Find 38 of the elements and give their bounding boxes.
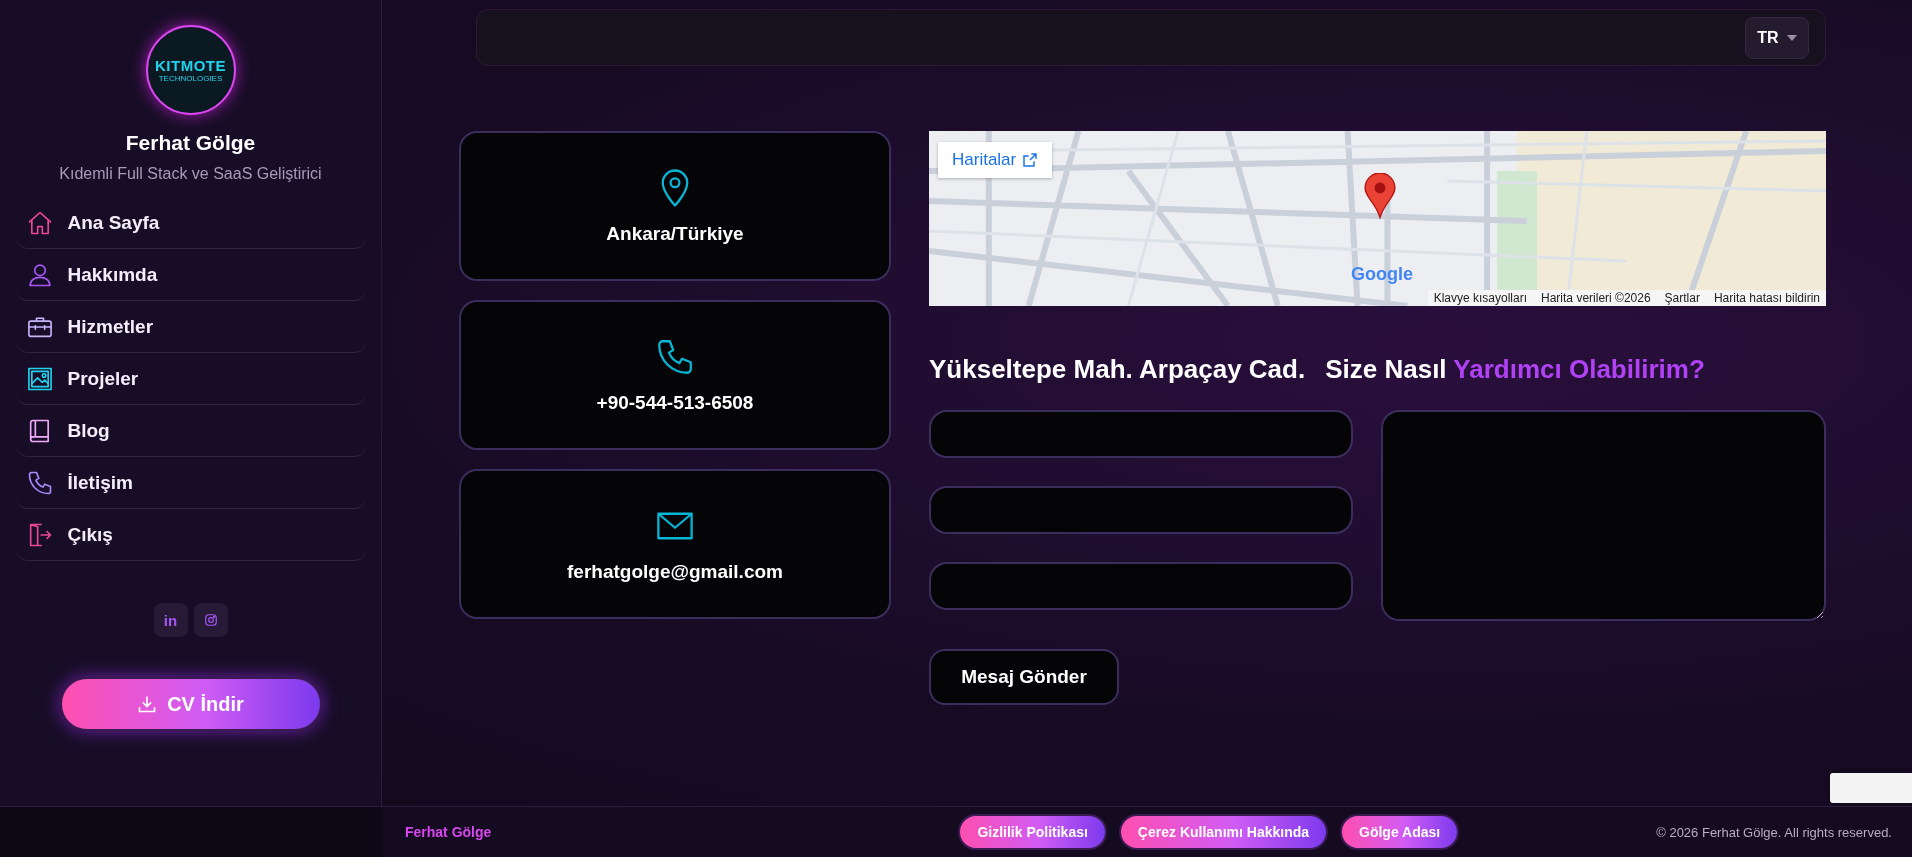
copyright-text: © 2026 Ferhat Gölge. All rights reserved. [1656,824,1892,840]
nav-item[interactable]: Hakkımda [15,249,366,301]
profile-name: Ferhat Gölge [125,131,256,155]
nav-item[interactable]: Ana Sayfa [15,197,366,249]
contact-text: +90-544-513-6508 [596,392,754,414]
map-attribution-link[interactable]: Harita verileri ©2026 [1541,291,1651,305]
company-logo: KITMOTE TECHNOLOGIES [145,25,236,115]
footer-link[interactable]: Gizlilik Politikası [958,814,1107,850]
input-field[interactable] [929,562,1353,610]
input-field[interactable] [929,486,1353,534]
open-maps-link[interactable]: Haritalar [938,142,1053,178]
contact-text: Ankara/Türkiye [606,223,744,245]
input-field[interactable] [929,410,1353,458]
map-attribution-link[interactable]: Harita hatası bildirin [1713,291,1820,305]
nav-item[interactable]: Blog [15,405,366,457]
nav-item[interactable]: Projeler [15,353,366,405]
form-title: Size Nasıl Yardımcı Olabilirim? [1325,354,1705,385]
map-attribution-link[interactable]: Klavye kısayolları [1433,291,1528,305]
contact-text: ferhatgolge@gmail.com [567,561,783,583]
nav-item[interactable]: Hizmetler [15,301,366,353]
download-icon [137,694,158,714]
send-button[interactable]: Mesaj Gönder [929,649,1119,705]
instagram-icon [203,613,218,627]
footer-link[interactable]: Gölge Adası [1340,814,1460,850]
language-select[interactable]: TR [1745,16,1809,59]
message-field[interactable] [1381,410,1826,621]
footer-brand: Ferhat Gölge [405,824,492,840]
address-text: Yükseltepe Mah. Arpaçay Cad. [929,354,1306,385]
linkedin-link[interactable]: in [153,603,188,637]
cv-download-button[interactable]: CV İndir [59,677,322,731]
google-logo: Google [1351,264,1413,285]
instagram-link[interactable] [193,603,228,637]
nav-item[interactable]: Çıkış [15,509,366,561]
external-link-icon [1022,152,1039,168]
map-pin-icon [1363,173,1397,219]
map-attribution-link[interactable]: Şartlar [1664,291,1700,305]
profile-subtitle: Kıdemli Full Stack ve SaaS Geliştirici [59,165,322,183]
nav-item[interactable]: İletişim [15,457,366,509]
